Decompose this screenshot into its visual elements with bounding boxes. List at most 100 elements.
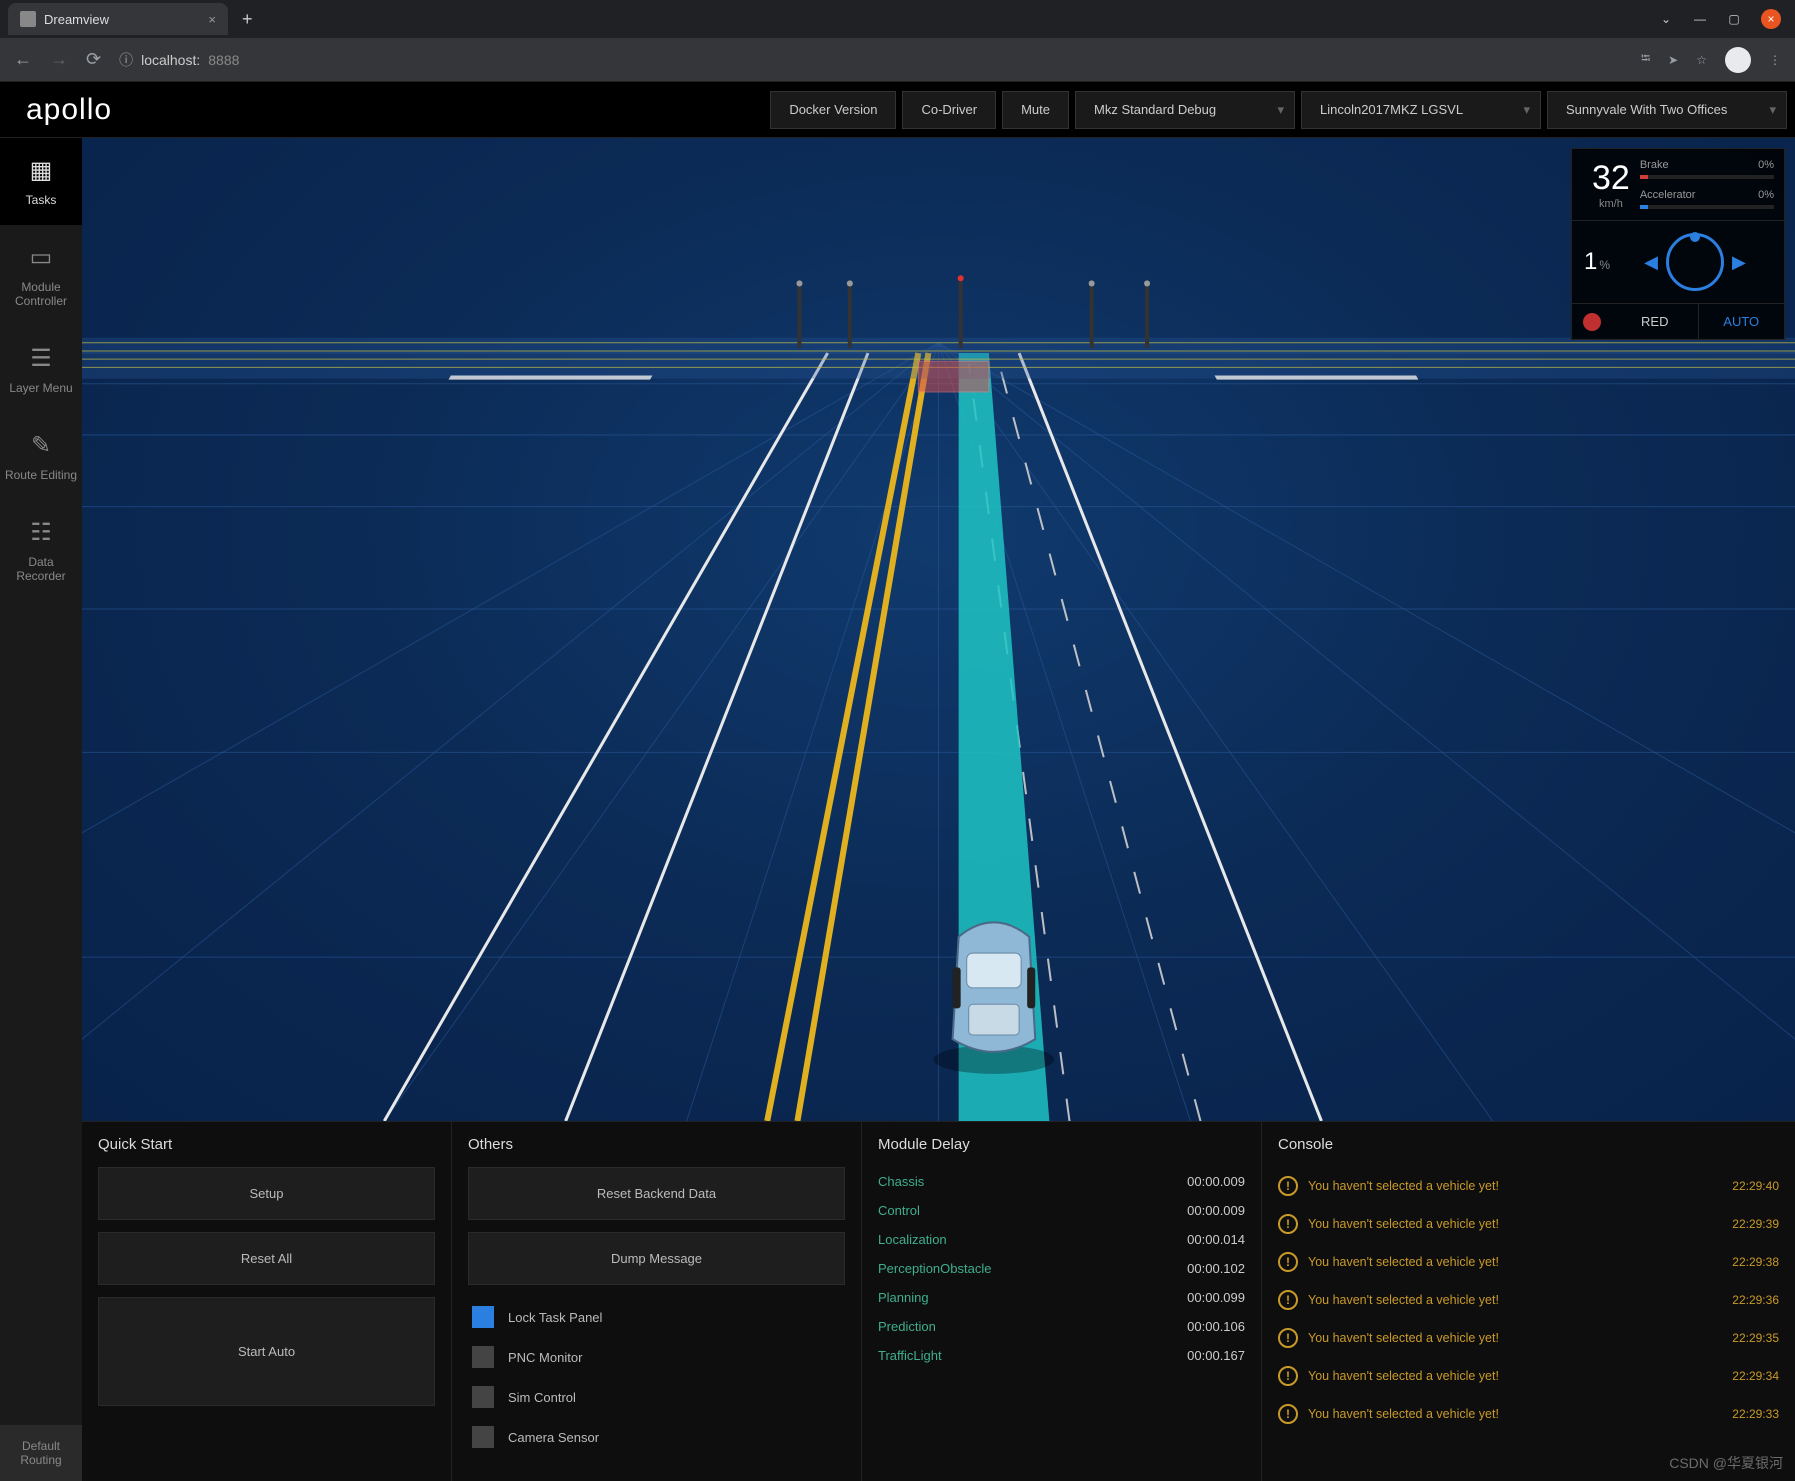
send-icon[interactable]: ➤: [1668, 53, 1678, 67]
sidebar-item-route-editing[interactable]: ✎ Route Editing: [0, 413, 82, 500]
panel-quick-start: Quick Start Setup Reset All Start Auto: [82, 1122, 452, 1481]
warning-icon: !: [1278, 1366, 1298, 1386]
check-row[interactable]: Lock Task Panel: [468, 1297, 845, 1337]
minimize-icon[interactable]: —: [1693, 12, 1707, 26]
star-icon[interactable]: ☆: [1696, 53, 1707, 67]
console-row: !You haven't selected a vehicle yet!22:2…: [1278, 1319, 1779, 1357]
start-auto-button[interactable]: Start Auto: [98, 1297, 435, 1406]
url-port: 8888: [208, 52, 239, 68]
chevron-down-icon[interactable]: ⌄: [1659, 12, 1673, 26]
chevron-down-icon: ▾: [1523, 102, 1530, 118]
more-icon[interactable]: ⋮: [1769, 53, 1781, 67]
delay-row: TrafficLight00:00.167: [878, 1341, 1245, 1370]
forward-icon[interactable]: →: [50, 49, 68, 70]
delay-name: Planning: [878, 1290, 929, 1305]
sidebar-item-layer-menu[interactable]: ☰ Layer Menu: [0, 326, 82, 413]
steer-value: 1: [1584, 248, 1597, 276]
map-select[interactable]: Sunnyvale With Two Offices▾: [1547, 91, 1787, 129]
console-row: !You haven't selected a vehicle yet!22:2…: [1278, 1357, 1779, 1395]
hud-speed: 32 km/h: [1582, 159, 1640, 210]
drive-mode-auto[interactable]: AUTO: [1698, 304, 1785, 339]
brake-bar: Brake0%: [1640, 159, 1774, 179]
console-row: !You haven't selected a vehicle yet!22:2…: [1278, 1395, 1779, 1433]
checkbox-icon[interactable]: [472, 1306, 494, 1328]
panel-title: Console: [1278, 1136, 1779, 1153]
edit-icon: ✎: [31, 431, 51, 460]
translate-icon[interactable]: ⭾: [1641, 49, 1650, 70]
console-ts: 22:29:38: [1732, 1255, 1779, 1269]
sidebar-item-label: Tasks: [26, 193, 57, 207]
url-host: localhost:: [141, 52, 200, 68]
url-input[interactable]: ⓘ localhost:8888: [119, 50, 239, 70]
window-close-icon[interactable]: ×: [1761, 9, 1781, 29]
browser-tab[interactable]: Dreamview ×: [8, 3, 228, 35]
avatar-icon[interactable]: [1725, 47, 1751, 73]
address-bar: ← → ⟳ ⓘ localhost:8888 ⭾ ➤ ☆ ⋮: [0, 38, 1795, 82]
dump-message-button[interactable]: Dump Message: [468, 1232, 845, 1285]
tab-close-icon[interactable]: ×: [208, 12, 216, 27]
delay-name: Prediction: [878, 1319, 936, 1334]
setup-button[interactable]: Setup: [98, 1167, 435, 1220]
sidebar-item-label: Route Editing: [5, 468, 77, 482]
new-tab-button[interactable]: +: [228, 9, 267, 30]
delay-row: Control00:00.009: [878, 1196, 1245, 1225]
console-msg: You haven't selected a vehicle yet!: [1308, 1407, 1722, 1421]
check-label: Sim Control: [508, 1390, 576, 1405]
check-label: Camera Sensor: [508, 1430, 599, 1445]
viewport-3d[interactable]: 32 km/h Brake0% Accelerator0%: [82, 138, 1795, 1121]
co-driver-button[interactable]: Co-Driver: [902, 91, 996, 129]
check-row[interactable]: Sim Control: [468, 1377, 845, 1417]
mode-select-label: Mkz Standard Debug: [1094, 102, 1216, 117]
monitor-icon: ▭: [30, 243, 53, 272]
mute-button[interactable]: Mute: [1002, 91, 1069, 129]
window-controls: ⌄ — ▢ ×: [1659, 9, 1795, 29]
back-icon[interactable]: ←: [14, 49, 32, 70]
speed-unit: km/h: [1599, 198, 1623, 210]
sidebar-item-label: Layer Menu: [9, 381, 72, 395]
grid-icon: ▦: [30, 156, 53, 185]
check-row[interactable]: Camera Sensor: [468, 1417, 845, 1457]
sidebar-item-module-controller[interactable]: ▭ Module Controller: [0, 225, 82, 326]
console-ts: 22:29:34: [1732, 1369, 1779, 1383]
app: apollo Docker Version Co-Driver Mute Mkz…: [0, 82, 1795, 1481]
app-header: apollo Docker Version Co-Driver Mute Mkz…: [0, 82, 1795, 138]
console-row: !You haven't selected a vehicle yet!22:2…: [1278, 1205, 1779, 1243]
checkbox-icon[interactable]: [472, 1386, 494, 1408]
delay-row: Planning 00:00.099: [878, 1283, 1245, 1312]
tab-title: Dreamview: [44, 12, 109, 27]
panel-title: Quick Start: [98, 1136, 435, 1153]
favicon-icon: [20, 11, 36, 27]
record-indicator[interactable]: [1572, 304, 1612, 339]
sidebar-item-tasks[interactable]: ▦ Tasks: [0, 138, 82, 225]
steer-unit: %: [1599, 258, 1610, 272]
checkbox-icon[interactable]: [472, 1346, 494, 1368]
mode-select[interactable]: Mkz Standard Debug ▾: [1075, 91, 1295, 129]
docker-version-button[interactable]: Docker Version: [770, 91, 896, 129]
delay-row: Localization00:00.014: [878, 1225, 1245, 1254]
accelerator-bar: Accelerator0%: [1640, 189, 1774, 209]
maximize-icon[interactable]: ▢: [1727, 12, 1741, 26]
sidebar: ▦ Tasks ▭ Module Controller ☰ Layer Menu…: [0, 138, 82, 1481]
console-msg: You haven't selected a vehicle yet!: [1308, 1331, 1722, 1345]
warning-icon: !: [1278, 1252, 1298, 1272]
reset-all-button[interactable]: Reset All: [98, 1232, 435, 1285]
reset-backend-button[interactable]: Reset Backend Data: [468, 1167, 845, 1220]
delay-name: Chassis: [878, 1174, 924, 1189]
delay-row: PerceptionObstacle00:00.102: [878, 1254, 1245, 1283]
warning-icon: !: [1278, 1328, 1298, 1348]
check-row[interactable]: PNC Monitor: [468, 1337, 845, 1377]
vehicle-select[interactable]: Lincoln2017MKZ LGSVL▾: [1301, 91, 1541, 129]
delay-name: Localization: [878, 1232, 947, 1247]
sidebar-item-data-recorder[interactable]: ☷ Data Recorder: [0, 500, 82, 601]
chevron-down-icon: ▾: [1277, 102, 1284, 118]
sidebar-default-routing[interactable]: Default Routing: [0, 1425, 82, 1481]
logo: apollo: [0, 93, 138, 127]
console-msg: You haven't selected a vehicle yet!: [1308, 1293, 1722, 1307]
delay-name: TrafficLight: [878, 1348, 942, 1363]
reload-icon[interactable]: ⟳: [86, 49, 101, 70]
chevron-down-icon: ▾: [1769, 102, 1776, 118]
sidebar-item-label: Module Controller: [4, 280, 78, 308]
delay-value: 00:00.099: [1187, 1290, 1245, 1305]
console-ts: 22:29:33: [1732, 1407, 1779, 1421]
checkbox-icon[interactable]: [472, 1426, 494, 1448]
